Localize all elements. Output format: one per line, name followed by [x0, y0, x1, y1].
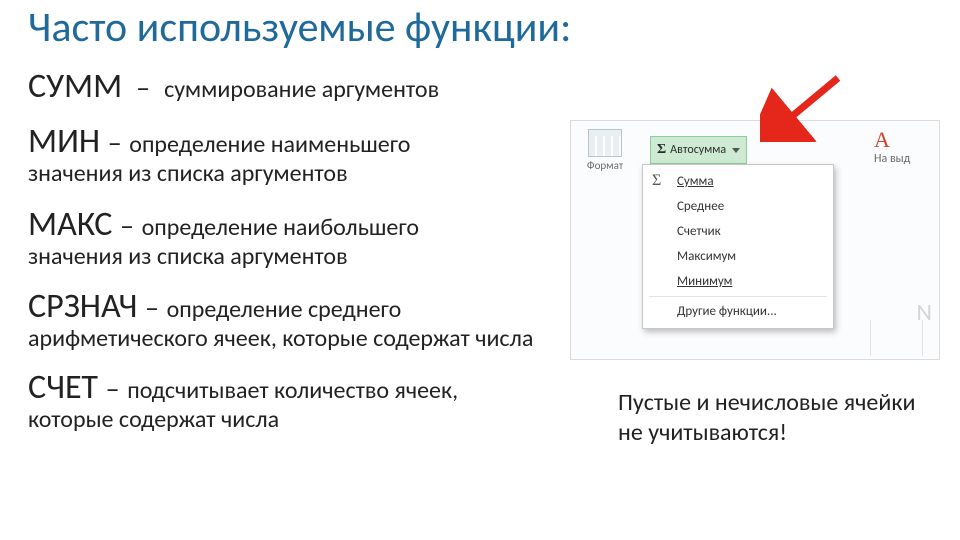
column-letter: N — [917, 298, 933, 327]
format-label: Формат — [578, 159, 632, 172]
menu-item-average[interactable]: Среднее — [643, 194, 833, 219]
fn-name: СЧЕТ — [28, 367, 98, 408]
fn-name: МИН — [28, 121, 100, 162]
fn-desc-cont: значения из списка аргументов — [28, 243, 548, 271]
autosum-label: Автосумма — [670, 143, 726, 157]
fn-desc-cont: арифметического ячеек, которые содержат … — [28, 325, 548, 353]
dash: – — [108, 125, 122, 160]
dash: – — [130, 70, 157, 105]
fn-desc: определение наименьшего — [129, 130, 410, 159]
def-schet: СЧЕТ – подсчитывает количество ячеек, ко… — [28, 367, 548, 434]
fn-name: МАКС — [28, 204, 112, 245]
ribbon-side-group: А На выд — [874, 128, 934, 166]
menu-item-min[interactable]: Минимум — [643, 269, 833, 294]
fn-desc: суммирование аргументов — [164, 75, 439, 104]
format-icon — [588, 129, 622, 157]
format-button[interactable]: Формат — [578, 129, 632, 172]
dash: – — [106, 371, 120, 406]
fn-name: СУММ — [28, 66, 122, 107]
function-definitions: СУММ – суммирование аргументов МИН – опр… — [28, 60, 548, 439]
sigma-icon: Σ — [657, 142, 666, 158]
fn-desc: подсчитывает количество ячеек, — [127, 376, 458, 405]
fn-desc-cont: которые содержат числа — [28, 406, 548, 434]
menu-item-max[interactable]: Максимум — [643, 244, 833, 269]
fn-desc-cont: значения из списка аргументов — [28, 160, 548, 188]
menu-item-count[interactable]: Счетчик — [643, 219, 833, 244]
fn-desc: определение среднего — [167, 295, 402, 324]
slide-title: Часто используемые функции: — [28, 6, 571, 50]
menu-item-more[interactable]: Другие функции... — [643, 299, 833, 324]
dash: – — [145, 290, 159, 325]
fn-desc: определение наибольшего — [142, 213, 419, 242]
chevron-down-icon — [732, 148, 740, 153]
excel-ribbon-fragment: Формат Σ Автосумма А На выд Сумма Средне… — [570, 120, 940, 360]
fn-name: СРЗНАЧ — [28, 286, 137, 327]
def-srznach: СРЗНАЧ – определение среднего арифметиче… — [28, 286, 548, 353]
dash: – — [120, 208, 134, 243]
menu-separator — [649, 296, 827, 297]
def-max: МАКС – определение наибольшего значения … — [28, 204, 548, 271]
autosum-menu: Сумма Среднее Счетчик Максимум Минимум Д… — [642, 164, 834, 329]
menu-item-sum[interactable]: Сумма — [643, 169, 833, 194]
autosum-button[interactable]: Σ Автосумма — [650, 136, 747, 164]
def-summ: СУММ – суммирование аргументов — [28, 66, 548, 107]
font-color-icon: А — [874, 128, 934, 152]
ribbon-side-label: На выд — [874, 152, 910, 166]
def-min: МИН – определение наименьшего значения и… — [28, 121, 548, 188]
footnote: Пустые и нечисловые ячейки не учитываютс… — [618, 388, 938, 448]
grid-line — [870, 320, 871, 356]
